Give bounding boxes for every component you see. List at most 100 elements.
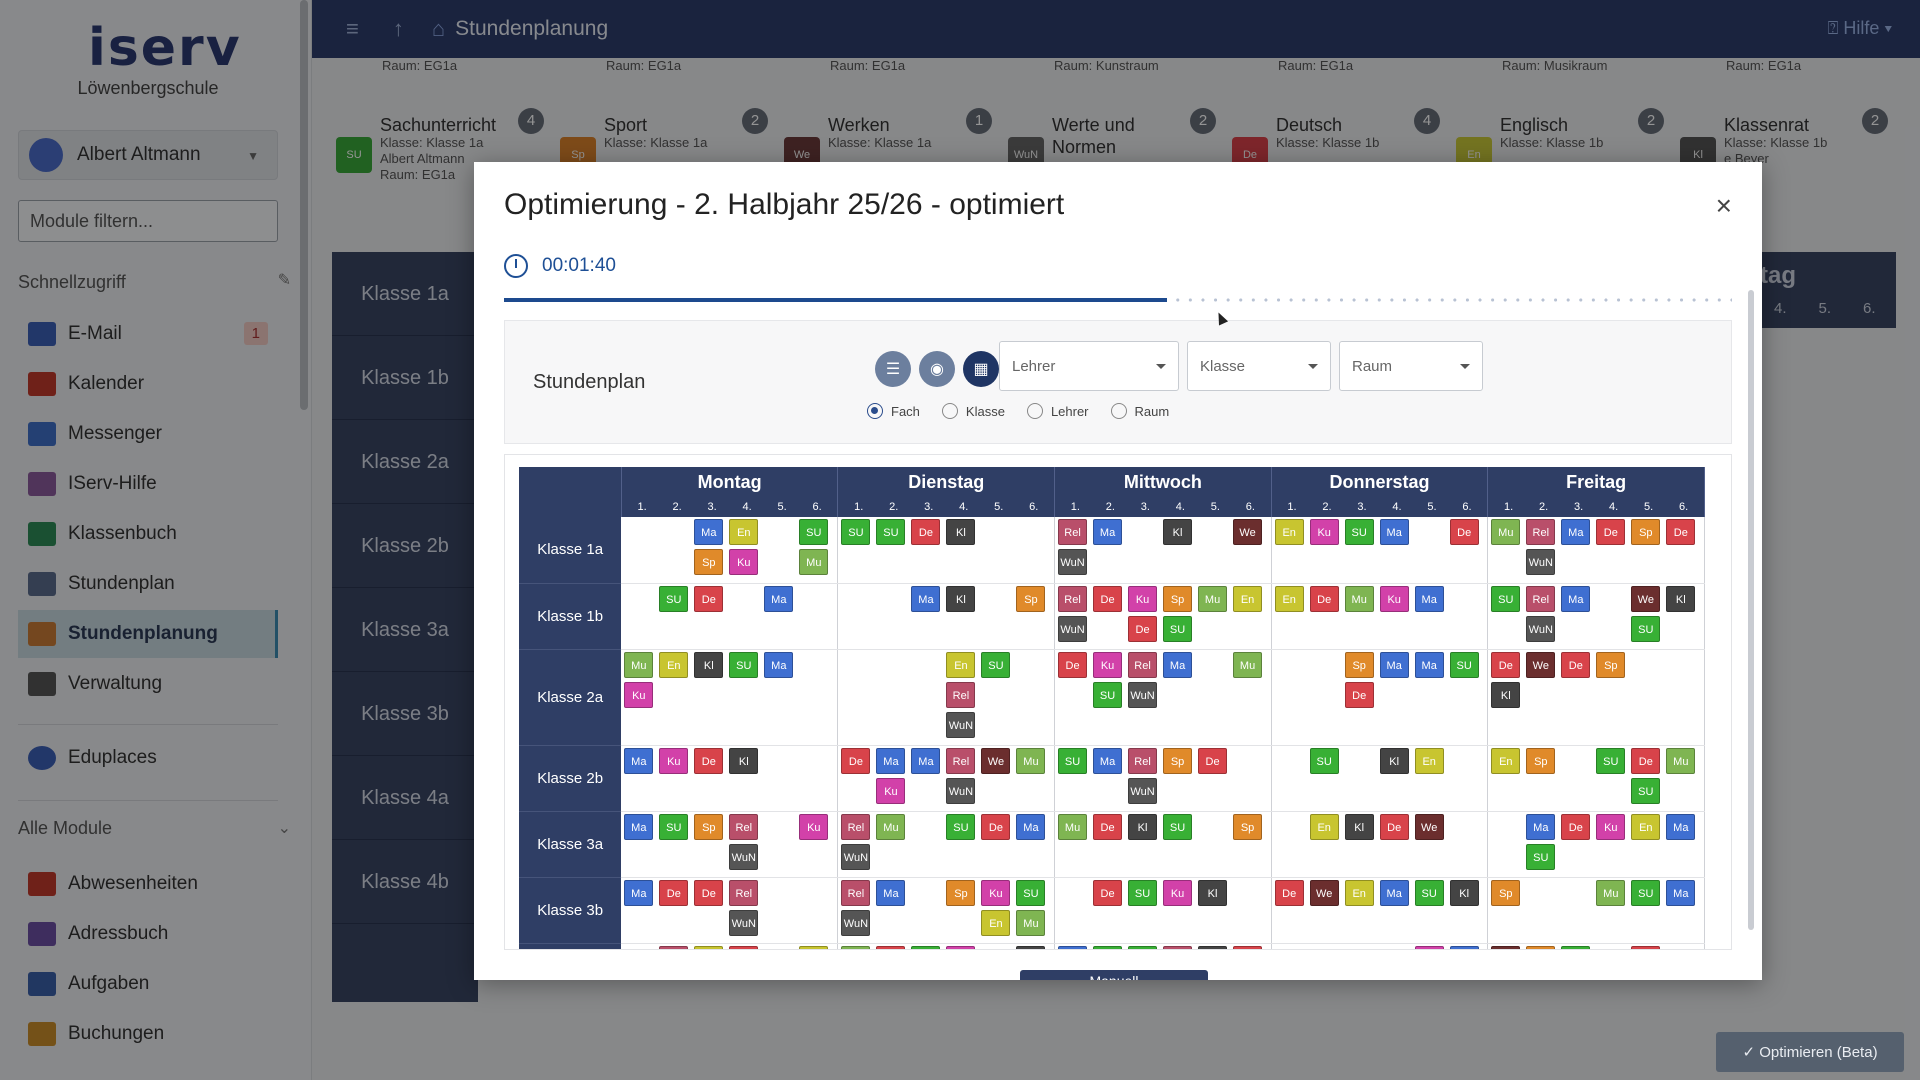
lesson-chip-su[interactable]: SU: [659, 585, 689, 612]
lesson-chip-ma[interactable]: Ma: [1526, 813, 1556, 840]
lesson-chip-kl[interactable]: Kl: [1379, 747, 1409, 774]
teacher-select[interactable]: Lehrer: [999, 341, 1179, 391]
lesson-chip-ma[interactable]: Ma: [1058, 945, 1088, 949]
lesson-chip-ku[interactable]: Ku: [876, 777, 906, 804]
sidebar-scrollbar[interactable]: [300, 0, 308, 410]
lesson-chip-de[interactable]: De: [1491, 651, 1521, 678]
lesson-chip-kl[interactable]: Kl: [1198, 945, 1228, 949]
lesson-chip-en[interactable]: En: [1631, 813, 1661, 840]
sidebar-item-email[interactable]: E-Mail 1: [18, 310, 278, 358]
class-label[interactable]: Klasse 4a: [519, 943, 622, 949]
breadcrumb[interactable]: Stundenplanung: [455, 17, 608, 41]
lesson-chip-en[interactable]: En: [1233, 585, 1263, 612]
lesson-chip-kl[interactable]: Kl: [1666, 585, 1696, 612]
lesson-chip-su[interactable]: SU: [1414, 879, 1444, 906]
lesson-chip-de[interactable]: De: [876, 945, 906, 949]
lesson-chip-de[interactable]: De: [694, 879, 724, 906]
lesson-chip-ku[interactable]: Ku: [1596, 813, 1626, 840]
lesson-chip-ku[interactable]: Ku: [624, 681, 654, 708]
lesson-chip-ma[interactable]: Ma: [624, 813, 654, 840]
lesson-chip-en[interactable]: En: [694, 945, 724, 949]
lesson-chip-sp[interactable]: Sp: [1596, 651, 1626, 678]
lesson-chip-ku[interactable]: Ku: [946, 945, 976, 949]
lesson-chip-de[interactable]: De: [1309, 585, 1339, 612]
up-arrow-icon[interactable]: ↑: [393, 16, 404, 42]
radio-klasse[interactable]: Klasse: [941, 403, 1005, 419]
lesson-chip-rel[interactable]: Rel: [946, 747, 976, 774]
lesson-chip-ma[interactable]: Ma: [1414, 585, 1444, 612]
lesson-chip-en[interactable]: En: [799, 945, 829, 949]
lesson-chip-we[interactable]: We: [1526, 651, 1556, 678]
lesson-chip-su[interactable]: SU: [1631, 777, 1661, 804]
lesson-chip-su[interactable]: SU: [876, 519, 906, 545]
lesson-chip-kl[interactable]: Kl: [1198, 879, 1228, 906]
lesson-chip-su[interactable]: SU: [1309, 747, 1339, 774]
lesson-chip-mu[interactable]: Mu: [1596, 879, 1626, 906]
lesson-chip-de[interactable]: De: [1596, 519, 1626, 545]
lesson-chip-su[interactable]: SU: [1449, 651, 1479, 678]
lesson-chip-su[interactable]: SU: [1163, 813, 1193, 840]
lesson-chip-mu[interactable]: Mu: [1058, 813, 1088, 840]
lesson-chip-ma[interactable]: Ma: [764, 585, 794, 612]
sidebar-item-iservhilfe[interactable]: IServ-Hilfe: [18, 460, 278, 508]
lesson-chip-wun[interactable]: WuN: [729, 843, 759, 870]
lesson-chip-mu[interactable]: Mu: [1491, 519, 1521, 545]
lesson-chip-de[interactable]: De: [694, 585, 724, 612]
iserv-logo[interactable]: iserv: [88, 18, 242, 78]
eye-icon[interactable]: ◉: [919, 351, 955, 387]
sidebar-module-buchungen[interactable]: Buchungen: [18, 1010, 278, 1058]
lesson-chip-su[interactable]: SU: [946, 813, 976, 840]
sidebar-module-abwesenheiten[interactable]: Abwesenheiten: [18, 860, 278, 908]
class-label[interactable]: Klasse 1a: [519, 517, 622, 584]
lesson-chip-mu[interactable]: Mu: [1666, 747, 1696, 774]
lesson-chip-ma[interactable]: Ma: [1093, 747, 1123, 774]
lesson-chip-mu[interactable]: Mu: [1198, 585, 1228, 612]
lesson-chip-ma[interactable]: Ma: [1016, 813, 1046, 840]
lesson-chip-we[interactable]: We: [1309, 879, 1339, 906]
lesson-chip-de[interactable]: De: [1631, 945, 1661, 949]
lesson-chip-de[interactable]: De: [1449, 519, 1479, 545]
lesson-chip-rel[interactable]: Rel: [729, 879, 759, 906]
lesson-chip-kl[interactable]: Kl: [1491, 681, 1521, 708]
lesson-chip-su[interactable]: SU: [659, 813, 689, 840]
lesson-chip-ma[interactable]: Ma: [1666, 879, 1696, 906]
lesson-chip-sp[interactable]: Sp: [1491, 879, 1521, 906]
lesson-chip-en[interactable]: En: [659, 651, 689, 678]
lesson-chip-en[interactable]: En: [1309, 813, 1339, 840]
lesson-chip-en[interactable]: En: [1491, 747, 1521, 774]
grid-icon[interactable]: ▦: [963, 351, 999, 387]
lesson-chip-we[interactable]: We: [1491, 945, 1521, 949]
lesson-chip-su[interactable]: SU: [799, 519, 829, 545]
lesson-chip-sp[interactable]: Sp: [1526, 945, 1556, 949]
lesson-chip-ma[interactable]: Ma: [694, 519, 724, 545]
radio-lehrer[interactable]: Lehrer: [1026, 403, 1089, 419]
lesson-chip-we[interactable]: We: [1414, 813, 1444, 840]
optimize-button[interactable]: ✓ Optimieren (Beta): [1716, 1032, 1904, 1072]
lesson-chip-sp[interactable]: Sp: [1016, 585, 1046, 612]
lesson-chip-sp[interactable]: Sp: [694, 813, 724, 840]
sidebar-item-stundenplanung[interactable]: Stundenplanung: [18, 610, 278, 658]
lesson-chip-rel[interactable]: Rel: [1163, 945, 1193, 949]
lesson-chip-ma[interactable]: Ma: [1449, 945, 1479, 949]
lesson-chip-ma[interactable]: Ma: [876, 747, 906, 774]
lesson-chip-ma[interactable]: Ma: [764, 651, 794, 678]
lesson-chip-kl[interactable]: Kl: [1344, 813, 1374, 840]
lesson-chip-de[interactable]: De: [1274, 879, 1304, 906]
lesson-chip-su[interactable]: SU: [1596, 747, 1626, 774]
lesson-chip-sp[interactable]: Sp: [1233, 813, 1263, 840]
lesson-chip-su[interactable]: SU: [981, 651, 1011, 678]
lesson-chip-ma[interactable]: Ma: [1093, 519, 1123, 545]
lesson-chip-ma[interactable]: Ma: [1163, 651, 1193, 678]
manual-button[interactable]: Manuell: [1020, 970, 1208, 980]
lesson-chip-rel[interactable]: Rel: [729, 813, 759, 840]
lesson-chip-su[interactable]: SU: [911, 945, 941, 949]
lesson-chip-su[interactable]: SU: [1561, 945, 1591, 949]
lesson-chip-su[interactable]: SU: [1128, 945, 1158, 949]
lesson-chip-ma[interactable]: Ma: [1379, 651, 1409, 678]
sidebar-module-aufgaben[interactable]: Aufgaben: [18, 960, 278, 1008]
lesson-chip-ma[interactable]: Ma: [1414, 651, 1444, 678]
lesson-chip-wun[interactable]: WuN: [729, 909, 759, 936]
sidebar-item-eduplaces[interactable]: Eduplaces: [18, 734, 278, 782]
lesson-chip-ma[interactable]: Ma: [1666, 813, 1696, 840]
close-icon[interactable]: ×: [1716, 190, 1732, 222]
